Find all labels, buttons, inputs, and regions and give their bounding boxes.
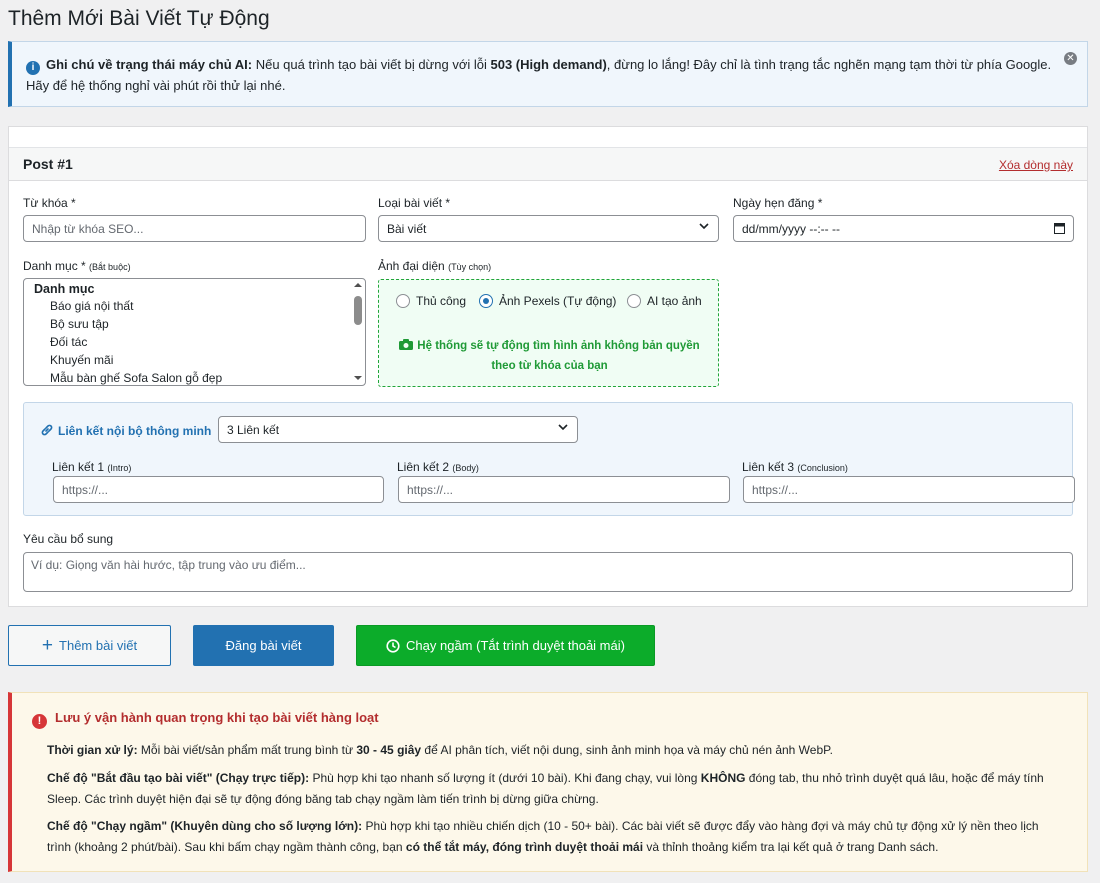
internal-links-label: Liên kết nội bộ thông minh (40, 423, 211, 438)
link2-label-text: Liên kết 2 (397, 460, 450, 474)
add-post-button[interactable]: + Thêm bài viết (8, 625, 171, 666)
radio-ai[interactable]: AI tạo ảnh (627, 294, 702, 308)
category-option[interactable]: Mẫu bàn ghế Sofa Salon gỗ đẹp (50, 371, 222, 385)
extra-textarea[interactable] (23, 552, 1073, 592)
schedule-value: dd/mm/yyyy --:-- -- (742, 222, 840, 236)
radio-manual[interactable]: Thủ công (396, 294, 466, 308)
post-type-label: Loại bài viết * (378, 196, 451, 210)
info-icon: i (26, 61, 40, 75)
category-option[interactable]: Báo giá nội thất (50, 299, 133, 313)
p3-label: Chế độ "Chạy ngầm" (Khuyên dùng cho số l… (47, 819, 363, 833)
run-background-button[interactable]: Chạy ngầm (Tắt trình duyệt thoải mái) (356, 625, 655, 666)
link1-label-text: Liên kết 1 (52, 460, 105, 474)
link-count-value: 3 Liên kết (227, 423, 280, 437)
p1-label: Thời gian xử lý: (47, 743, 138, 757)
category-option[interactable]: Đối tác (50, 335, 87, 349)
notice-text-a: Nếu quá trình tạo bài viết bị dừng với l… (252, 57, 491, 72)
post-card: Post #1 Xóa dòng này Từ khóa * Loại bài … (8, 126, 1088, 607)
link3-input[interactable] (743, 476, 1075, 503)
image-label: Ảnh đại diện (Tùy chọn) (378, 259, 491, 273)
schedule-date-input[interactable]: dd/mm/yyyy --:-- -- (733, 215, 1074, 242)
camera-icon (399, 339, 414, 350)
radio-circle-selected[interactable] (479, 294, 493, 308)
radio-pexels[interactable]: Ảnh Pexels (Tự động) (479, 294, 616, 308)
post-type-value: Bài viết (387, 222, 427, 236)
radio-ai-label: AI tạo ảnh (647, 294, 702, 308)
link3-label-text: Liên kết 3 (742, 460, 795, 474)
warning-p1: Thời gian xử lý: Mỗi bài viết/sản phẩm m… (47, 740, 1062, 761)
publish-button[interactable]: Đăng bài viết (193, 625, 334, 666)
page-title: Thêm Mới Bài Viết Tự Động (8, 7, 270, 30)
link3-label: Liên kết 3 (Conclusion) (742, 460, 848, 474)
image-note: (Tùy chọn) (448, 262, 492, 272)
keyword-label: Từ khóa * (23, 196, 76, 210)
p3-c: và thỉnh thoảng kiểm tra lại kết quả ở t… (643, 840, 939, 854)
notice-label: Ghi chú về trạng thái máy chủ AI: (46, 57, 253, 72)
chevron-down-icon (558, 424, 568, 431)
radio-circle[interactable] (396, 294, 410, 308)
p1-c: để AI phân tích, viết nội dung, sinh ảnh… (421, 743, 833, 757)
category-label: Danh mục * (Bắt buộc) (23, 259, 131, 273)
warning-title-text: Lưu ý vận hành quan trọng khi tạo bài vi… (55, 710, 379, 725)
chevron-down-icon (699, 223, 709, 230)
image-label-text: Ảnh đại diện (378, 259, 445, 273)
post-card-header: Post #1 Xóa dòng này (9, 147, 1087, 181)
clock-icon (386, 638, 400, 653)
category-label-text: Danh mục * (23, 259, 86, 273)
operation-warning: ! Lưu ý vận hành quan trọng khi tạo bài v… (8, 692, 1088, 872)
post-title: Post #1 (23, 156, 73, 172)
radio-pexels-label: Ảnh Pexels (Tự động) (499, 294, 617, 308)
add-post-label: Thêm bài viết (59, 638, 138, 653)
warning-p2: Chế độ "Bắt đầu tạo bài viết" (Chạy trực… (47, 768, 1062, 810)
link1-input[interactable] (53, 476, 384, 503)
internal-links-label-text: Liên kết nội bộ thông minh (58, 424, 212, 438)
featured-image-box: Thủ công Ảnh Pexels (Tự động) AI tạo ảnh… (378, 279, 719, 387)
link2-note: (Body) (452, 463, 479, 473)
link1-label: Liên kết 1 (Intro) (52, 460, 131, 474)
alert-icon: ! (32, 714, 47, 729)
plus-icon: + (41, 635, 54, 656)
p2-b: KHÔNG (700, 771, 746, 785)
scrollbar[interactable] (352, 280, 364, 384)
link2-label: Liên kết 2 (Body) (397, 460, 479, 474)
category-listbox[interactable]: Danh mục Báo giá nội thất Bộ sưu tập Đối… (23, 278, 366, 386)
schedule-label: Ngày hẹn đăng * (733, 196, 823, 210)
image-note-message: Hệ thống sẽ tự động tìm hình ảnh không b… (389, 336, 710, 376)
post-type-select[interactable]: Bài viết (378, 215, 719, 242)
run-background-label: Chạy ngầm (Tắt trình duyệt thoải mái) (406, 638, 625, 653)
p1-b: 30 - 45 giây (356, 743, 422, 757)
category-note: (Bắt buộc) (89, 262, 131, 272)
ai-status-notice: i Ghi chú về trạng thái máy chủ AI: Nếu q… (8, 41, 1088, 107)
category-option[interactable]: Khuyến mãi (50, 353, 113, 367)
p3-b: có thể tắt máy, đóng trình duyệt thoải m… (405, 840, 644, 854)
link3-note: (Conclusion) (797, 463, 848, 473)
delete-row-link[interactable]: Xóa dòng này (999, 158, 1073, 172)
publish-label: Đăng bài viết (225, 638, 302, 653)
radio-circle[interactable] (627, 294, 641, 308)
image-message-line1: Hệ thống sẽ tự động tìm hình ảnh không b… (417, 340, 700, 352)
p2-a: Phù hợp khi tạo nhanh số lượng ít (dưới … (309, 771, 701, 785)
category-option[interactable]: Bộ sưu tập (50, 317, 109, 331)
category-group-header: Danh mục (34, 282, 95, 296)
extra-label: Yêu cầu bổ sung (23, 532, 114, 546)
link-count-select[interactable]: 3 Liên kết (218, 416, 578, 443)
calendar-icon[interactable] (1054, 222, 1065, 234)
p1-a: Mỗi bài viết/sản phẩm mất trung bình từ (137, 743, 357, 757)
close-icon[interactable]: ✕ (1064, 52, 1077, 65)
keyword-input[interactable] (23, 215, 366, 242)
notice-error: 503 (High demand) (490, 57, 607, 72)
image-message-line2: theo từ khóa của bạn (491, 360, 608, 372)
link-icon (41, 424, 53, 436)
warning-title: ! Lưu ý vận hành quan trọng khi tạo bài v… (32, 710, 379, 729)
warning-p3: Chế độ "Chạy ngầm" (Khuyên dùng cho số l… (47, 816, 1062, 858)
link2-input[interactable] (398, 476, 730, 503)
radio-manual-label: Thủ công (416, 294, 467, 308)
link1-note: (Intro) (107, 463, 132, 473)
internal-links-box: Liên kết nội bộ thông minh 3 Liên kết Li… (23, 402, 1075, 516)
p2-label: Chế độ "Bắt đầu tạo bài viết" (Chạy trực… (47, 771, 310, 785)
